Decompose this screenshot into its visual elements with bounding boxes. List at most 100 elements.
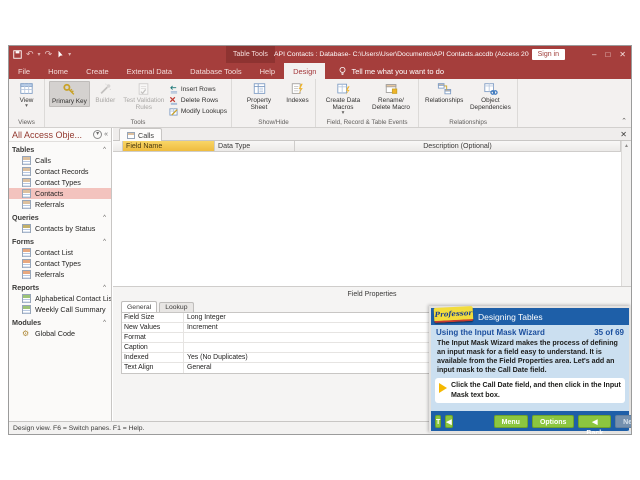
- nav-group-forms[interactable]: Forms ^: [9, 236, 111, 247]
- sign-in-button[interactable]: Sign in: [532, 49, 565, 60]
- primary-key-button[interactable]: Primary Key: [49, 81, 90, 107]
- nav-group-tables[interactable]: Tables ^: [9, 144, 111, 155]
- nav-item-contacts[interactable]: Contacts ^: [9, 188, 111, 199]
- tell-me-box[interactable]: Tell me what you want to do: [325, 63, 444, 79]
- prop-caption[interactable]: Caption: [122, 343, 430, 353]
- nav-item-contact-types-form[interactable]: Contact Types ^: [9, 258, 111, 269]
- prop-text-align[interactable]: Text Align General: [122, 363, 430, 373]
- options-button[interactable]: Options: [532, 415, 574, 428]
- create-data-macros-button[interactable]: Create Data Macros ▾: [320, 81, 366, 116]
- shutter-bar-close-icon[interactable]: «: [104, 131, 108, 138]
- nav-group-queries[interactable]: Queries ^: [9, 212, 111, 223]
- tab-external-data[interactable]: External Data: [118, 63, 181, 79]
- relationships-label: Relationships: [425, 97, 463, 104]
- prop-field-size[interactable]: Field Size Long Integer: [122, 313, 430, 323]
- vertical-scrollbar[interactable]: ▲: [621, 141, 631, 286]
- close-document-icon[interactable]: ✕: [620, 129, 627, 140]
- previous-button[interactable]: ◀: [445, 415, 452, 428]
- grid-row-empty[interactable]: [113, 268, 621, 279]
- nav-item-referrals[interactable]: Referrals ^: [9, 199, 111, 210]
- tab-database-tools[interactable]: Database Tools: [181, 63, 251, 79]
- nav-group-modules[interactable]: Modules ^: [9, 317, 111, 328]
- grid-row-empty[interactable]: [113, 257, 621, 268]
- delete-rows-button[interactable]: Delete Rows: [169, 95, 227, 105]
- nav-item-calls[interactable]: Calls ^: [9, 155, 111, 166]
- description-column-header[interactable]: Description (Optional): [295, 141, 621, 152]
- test-validation-rules-button[interactable]: Test Validation Rules: [121, 81, 167, 112]
- nav-item-contact-list[interactable]: Contact List ^: [9, 247, 111, 258]
- menu-button[interactable]: Menu: [494, 415, 528, 428]
- nav-item-alphabetical-contact-listing[interactable]: Alphabetical Contact Listing ^: [9, 293, 111, 304]
- tab-help[interactable]: Help: [251, 63, 284, 79]
- grid-row-starting-time[interactable]: [113, 194, 621, 205]
- document-tab-calls[interactable]: Calls: [119, 128, 162, 141]
- builder-button[interactable]: Builder: [92, 81, 119, 105]
- view-dropdown-icon: ▾: [25, 104, 28, 108]
- prop-indexed[interactable]: Indexed Yes (No Duplicates): [122, 353, 430, 363]
- access-window: ↶ ▾ ↷ ▾ Table Tools API Contacts : Datab…: [8, 45, 632, 435]
- text-mode-button[interactable]: T: [435, 415, 441, 428]
- indexes-button[interactable]: Indexes: [284, 81, 311, 105]
- nav-item-contact-records[interactable]: Contact Records ^: [9, 166, 111, 177]
- undo-dropdown-icon[interactable]: ▾: [38, 51, 41, 58]
- close-button[interactable]: ✕: [619, 50, 626, 59]
- property-value[interactable]: General: [184, 363, 430, 373]
- redo-icon[interactable]: ↷: [45, 50, 53, 59]
- tab-file[interactable]: File: [9, 63, 39, 79]
- row-selector-header[interactable]: [113, 141, 123, 152]
- object-dependencies-button[interactable]: Object Dependencies: [467, 81, 513, 112]
- property-name: Field Size: [122, 313, 184, 322]
- prop-format[interactable]: Format: [122, 333, 430, 343]
- grid-row-empty[interactable]: [113, 247, 621, 258]
- grid-row-contact-id[interactable]: [113, 163, 621, 174]
- relationships-button[interactable]: Relationships: [423, 81, 465, 105]
- nav-item-label: Calls: [35, 156, 51, 165]
- rename-delete-macro-button[interactable]: Rename/ Delete Macro: [368, 81, 414, 112]
- tab-create[interactable]: Create: [77, 63, 118, 79]
- table-icon: [127, 132, 135, 139]
- maximize-button[interactable]: □: [605, 50, 610, 59]
- view-button[interactable]: View ▾: [13, 81, 40, 109]
- insert-rows-button[interactable]: Insert Rows: [169, 84, 227, 94]
- insert-rows-icon: [169, 85, 178, 94]
- property-value[interactable]: [184, 333, 430, 342]
- tab-lookup[interactable]: Lookup: [159, 302, 193, 312]
- property-name: Format: [122, 333, 184, 342]
- grid-row-call-date[interactable]: [113, 184, 621, 195]
- next-button[interactable]: Next ▶: [615, 415, 632, 428]
- property-sheet-button[interactable]: Property Sheet: [236, 81, 282, 112]
- collapse-ribbon-icon[interactable]: ⌃: [621, 117, 627, 125]
- grid-row-notes[interactable]: [113, 236, 621, 247]
- back-button[interactable]: ◀ Back: [578, 415, 611, 428]
- modify-lookups-button[interactable]: Modify Lookups: [169, 106, 227, 116]
- undo-icon[interactable]: ↶: [26, 50, 34, 59]
- grid-row-topic[interactable]: [113, 173, 621, 184]
- nav-item-global-code[interactable]: Global Code ^: [9, 328, 111, 339]
- grid-row-call-id[interactable]: [113, 152, 621, 163]
- grid-row-rate[interactable]: [113, 226, 621, 237]
- prop-new-values[interactable]: New Values Increment: [122, 323, 430, 333]
- data-type-column-header[interactable]: Data Type: [215, 141, 295, 152]
- save-icon[interactable]: [13, 50, 22, 59]
- property-sheet-label: Property Sheet: [238, 97, 280, 111]
- field-name-column-header[interactable]: Field Name: [123, 141, 215, 152]
- customize-qat-icon[interactable]: ▾: [68, 51, 71, 58]
- nav-item-weekly-call-summary[interactable]: Weekly Call Summary ^: [9, 304, 111, 315]
- tab-design[interactable]: Design: [284, 63, 325, 79]
- property-value[interactable]: Long Integer: [184, 313, 430, 322]
- property-value[interactable]: Yes (No Duplicates): [184, 353, 430, 362]
- nav-item-contact-types[interactable]: Contact Types ^: [9, 177, 111, 188]
- query-icon: [22, 224, 31, 233]
- nav-item-contacts-by-status[interactable]: Contacts by Status ^: [9, 223, 111, 234]
- property-value[interactable]: [184, 343, 430, 352]
- nav-group-reports[interactable]: Reports ^: [9, 282, 111, 293]
- nav-item-referrals-form[interactable]: Referrals ^: [9, 269, 111, 280]
- minimize-button[interactable]: –: [592, 50, 596, 59]
- grid-row-billable[interactable]: [113, 215, 621, 226]
- touch-mode-icon[interactable]: [56, 50, 64, 59]
- nav-category-dropdown-icon[interactable]: ▾: [93, 130, 102, 139]
- tab-home[interactable]: Home: [39, 63, 77, 79]
- grid-row-ending-time[interactable]: [113, 205, 621, 216]
- property-value[interactable]: Increment: [184, 323, 430, 332]
- tab-general[interactable]: General: [121, 301, 157, 312]
